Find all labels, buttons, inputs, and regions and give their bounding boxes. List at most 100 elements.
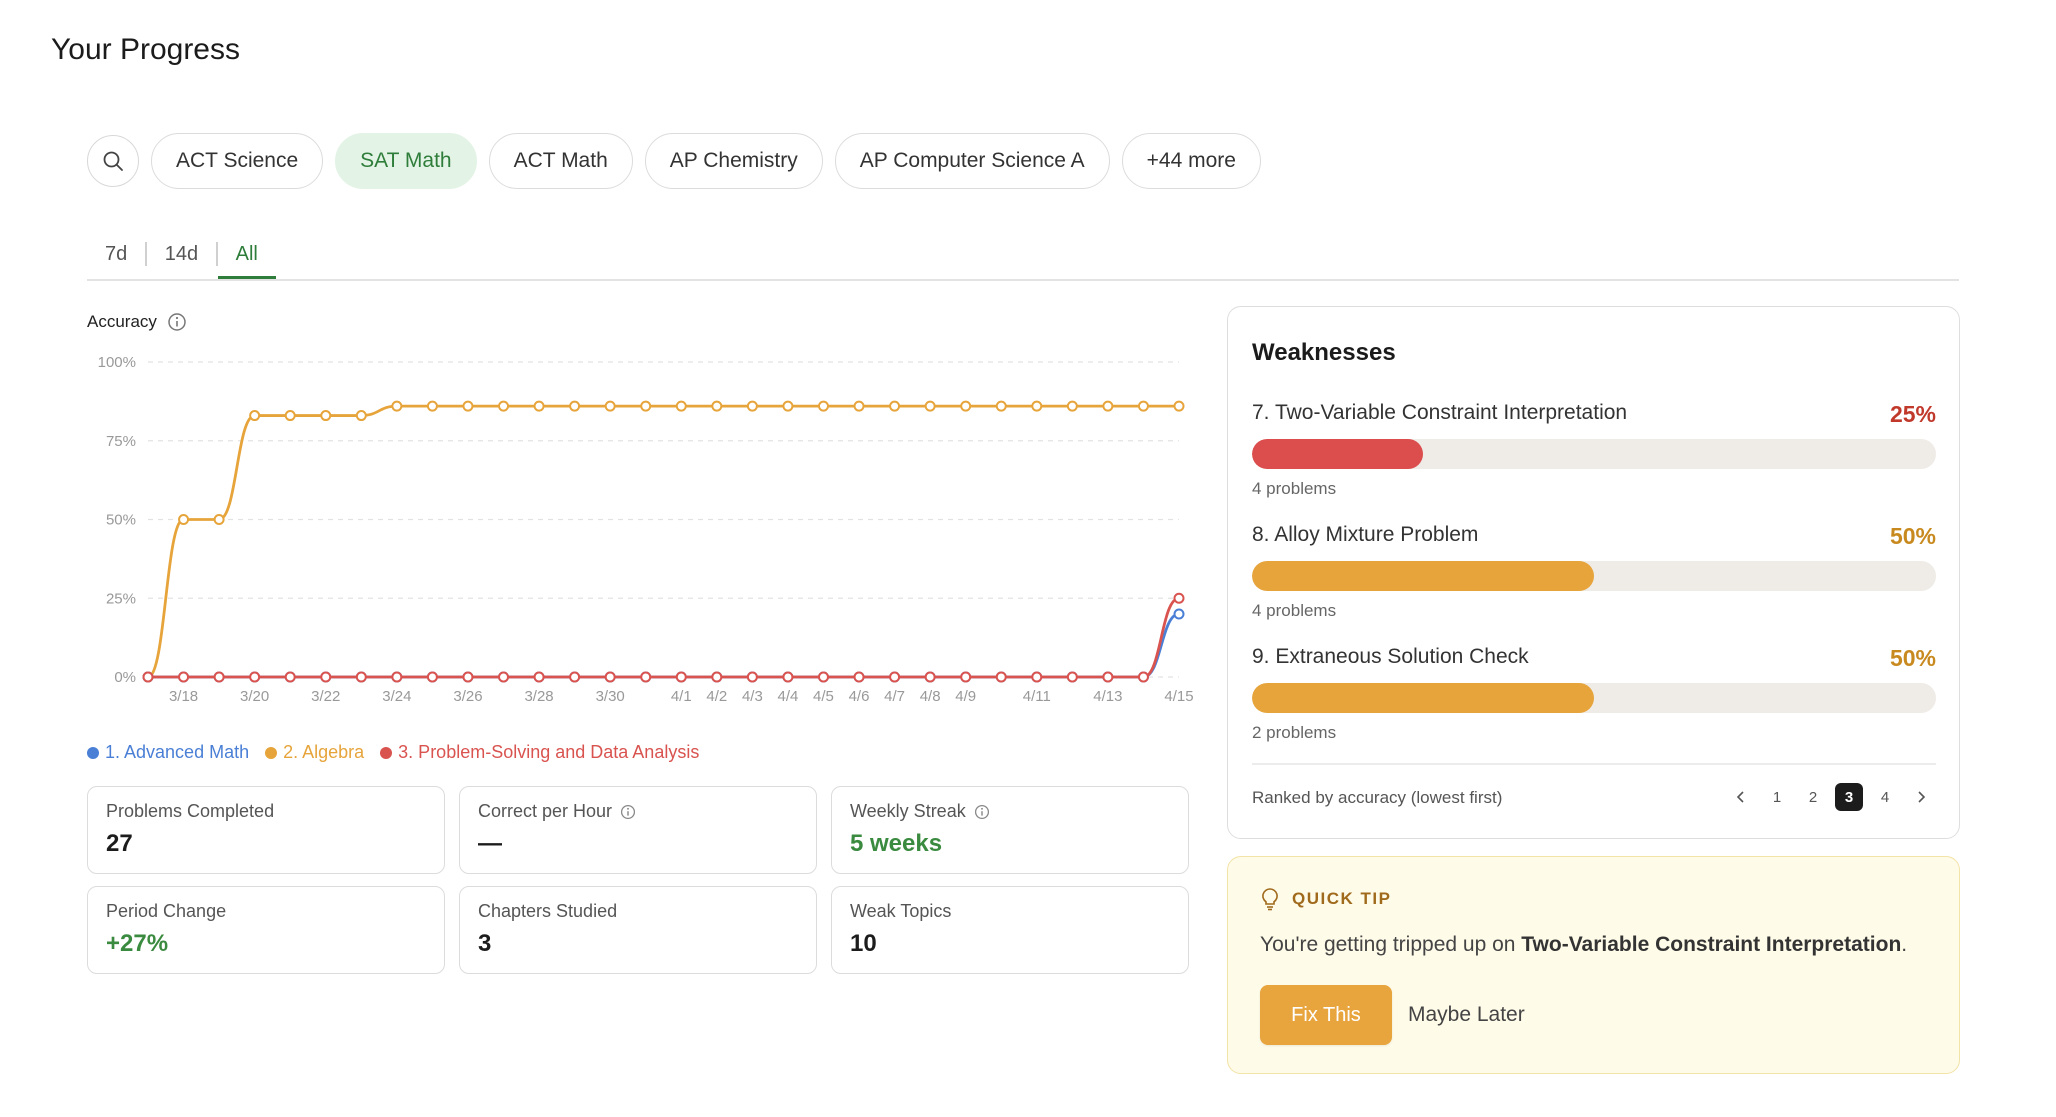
weakness-progress-fill [1252, 683, 1594, 713]
x-tick-label: 3/26 [453, 688, 482, 705]
data-point [889, 400, 901, 412]
subject-chip-act-science[interactable]: ACT Science [151, 133, 324, 189]
tab-14d[interactable]: 14d [147, 228, 216, 280]
data-point [284, 671, 296, 683]
legend-item-problem-solving[interactable]: 3. Problem-Solving and Data Analysis [380, 742, 699, 763]
data-point [533, 400, 545, 412]
tab-all[interactable]: All [217, 228, 276, 280]
weakness-item[interactable]: 7. Two-Variable Constraint Interpretatio… [1252, 401, 1936, 498]
data-point [426, 671, 438, 683]
lightbulb-icon [1262, 888, 1278, 911]
data-point [782, 671, 794, 683]
x-tick-label: 3/18 [169, 688, 198, 705]
stat-weak-topics: Weak Topics 10 [831, 886, 1189, 974]
data-point [604, 671, 616, 683]
data-point [782, 400, 794, 412]
x-tick-label: 4/1 [671, 688, 692, 705]
stat-problems-completed: Problems Completed 27 [87, 786, 445, 874]
data-point [995, 671, 1007, 683]
data-point [711, 400, 723, 412]
subject-chip-ap-chemistry[interactable]: AP Chemistry [644, 133, 823, 189]
page-button[interactable]: 4 [1871, 783, 1899, 811]
data-point [320, 671, 332, 683]
stat-value: 10 [850, 930, 877, 957]
prev-page-button[interactable] [1727, 783, 1755, 811]
accuracy-label: Accuracy [87, 312, 187, 332]
weakness-name: 8. Alloy Mixture Problem [1252, 523, 1479, 546]
info-icon[interactable] [620, 804, 636, 820]
weakness-count: 4 problems [1252, 479, 1337, 498]
stat-label: Chapters Studied [478, 901, 618, 921]
legend-item-algebra[interactable]: 2. Algebra [265, 742, 364, 763]
legend-label: 3. Problem-Solving and Data Analysis [398, 742, 700, 762]
weaknesses-footer: Ranked by accuracy (lowest first) [1252, 788, 1503, 807]
page-button[interactable]: 1 [1763, 783, 1791, 811]
fix-this-button[interactable]: Fix This [1260, 985, 1392, 1045]
weakness-count: 4 problems [1252, 601, 1337, 620]
search-button[interactable] [87, 135, 139, 187]
subject-chip-ap-computer-science-a[interactable]: AP Computer Science A [834, 133, 1110, 189]
data-point [1137, 400, 1149, 412]
series-line [147, 404, 1179, 679]
data-point [1173, 400, 1185, 412]
maybe-later-button[interactable]: Maybe Later [1408, 985, 1525, 1045]
accuracy-label-text: Accuracy [87, 312, 157, 331]
x-tick-label: 4/2 [706, 688, 727, 705]
accuracy-chart: 0% 25% 50% 75% 100% 3/18 3/20 3/22 3/24 3/26 3/28 3… [98, 354, 1194, 705]
weakness-progress-bar [1252, 561, 1936, 591]
legend-item-advanced-math[interactable]: 1. Advanced Math [87, 742, 249, 763]
x-tick-label: 3/28 [524, 688, 553, 705]
data-point [853, 671, 865, 683]
more-subjects-button[interactable]: +44 more [1121, 133, 1261, 189]
stat-value: +27% [106, 930, 169, 957]
series-line [147, 596, 1180, 679]
data-point [498, 671, 510, 683]
stat-correct-per-hour: Correct per Hour — [459, 786, 817, 874]
quick-tip-text-prefix: You're getting tripped up on [1260, 933, 1522, 956]
tabs-divider [87, 279, 1959, 281]
weakness-progress-fill [1252, 561, 1594, 591]
stat-value: 3 [478, 930, 492, 957]
weakness-item[interactable]: 8. Alloy Mixture Problem 50% 4 problems [1252, 523, 1936, 620]
stat-label: Weak Topics [850, 901, 952, 921]
data-point [533, 671, 545, 683]
x-tick-label: 4/13 [1093, 688, 1122, 705]
data-point [426, 400, 438, 412]
data-point [817, 400, 829, 412]
stat-label: Period Change [106, 901, 227, 921]
data-point [960, 400, 972, 412]
next-page-button[interactable] [1907, 783, 1935, 811]
stat-value: 5 weeks [850, 830, 943, 857]
legend-dot [265, 746, 278, 759]
data-point [604, 400, 616, 412]
quick-tip-text: You're getting tripped up on Two-Variabl… [1260, 933, 1907, 957]
stat-label: Problems Completed [106, 801, 275, 821]
info-icon[interactable] [974, 804, 990, 820]
subject-filter-bar: ACT Science SAT Math ACT Math AP Chemist… [87, 132, 1261, 190]
page-button[interactable]: 2 [1799, 783, 1827, 811]
weakness-percent: 50% [1889, 523, 1936, 549]
data-point [1173, 608, 1185, 620]
subject-chip-sat-math[interactable]: SAT Math [335, 133, 477, 189]
page-button-current[interactable]: 3 [1835, 783, 1863, 811]
data-point [391, 400, 403, 412]
data-point [1102, 400, 1114, 412]
info-icon[interactable] [167, 312, 187, 332]
y-tick-label: 100% [98, 354, 136, 371]
y-tick-label: 0% [114, 669, 136, 686]
data-point [1137, 671, 1149, 683]
x-tick-label: 3/30 [596, 688, 625, 705]
data-point [284, 410, 296, 422]
weakness-name: 7. Two-Variable Constraint Interpretatio… [1252, 401, 1628, 424]
data-point [1066, 671, 1078, 683]
chevron-left-icon [1736, 791, 1744, 803]
data-point [1102, 671, 1114, 683]
data-point [746, 400, 758, 412]
weakness-item[interactable]: 9. Extraneous Solution Check 50% 2 probl… [1252, 645, 1936, 742]
x-tick-label: 4/4 [778, 688, 799, 705]
tab-7d[interactable]: 7d [87, 228, 145, 280]
quick-tip-topic: Two-Variable Constraint Interpretation [1521, 933, 1902, 956]
x-tick-label: 3/20 [240, 688, 269, 705]
subject-chip-act-math[interactable]: ACT Math [488, 133, 633, 189]
stat-label: Weekly Streak [850, 801, 966, 821]
